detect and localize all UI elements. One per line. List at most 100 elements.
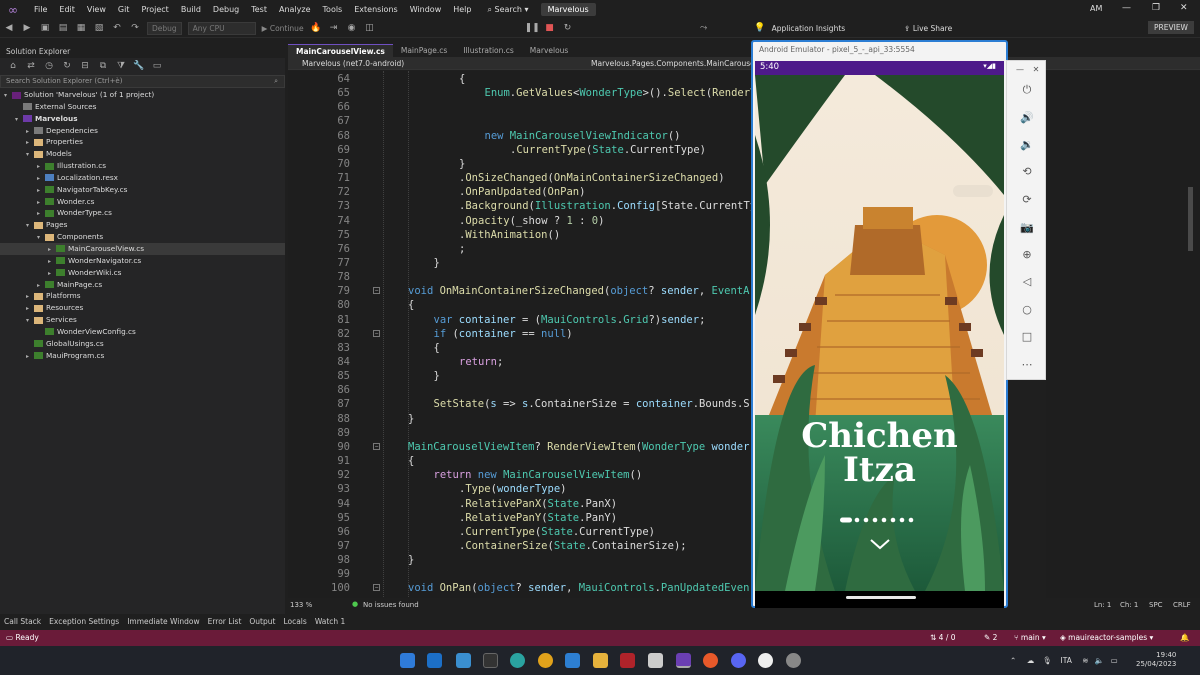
tree-item[interactable]: ▸ WonderWiki.cs: [0, 267, 285, 279]
code-line[interactable]: 79 − void OnMainContainerSizeChanged(objec…: [288, 284, 752, 298]
expand-arrow-icon[interactable]: ▸: [26, 351, 34, 363]
close-icon[interactable]: ✕: [1029, 63, 1043, 77]
tree-item[interactable]: ▸ Localization.resx: [0, 172, 285, 184]
more-icon[interactable]: ⋯: [1020, 358, 1034, 372]
whitespace-mode[interactable]: SPC: [1149, 601, 1163, 609]
code-line[interactable]: 76;: [288, 242, 752, 256]
menu-file[interactable]: File: [28, 5, 53, 14]
git-branch[interactable]: ⑂ main ▾: [1014, 633, 1046, 642]
carousel-dot[interactable]: [872, 517, 878, 523]
browser-icon[interactable]: ◫: [363, 21, 377, 35]
fold-toggle-icon[interactable]: −: [373, 287, 380, 295]
terminal-icon[interactable]: [483, 653, 498, 668]
tree-item[interactable]: ▾ Services: [0, 314, 285, 326]
git-repository[interactable]: ◈ mauireactor-samples ▾: [1060, 633, 1153, 642]
carousel-dot[interactable]: [908, 517, 914, 523]
tree-item[interactable]: ▸ Wonder.cs: [0, 196, 285, 208]
properties-icon[interactable]: 🔧: [132, 59, 146, 73]
code-line[interactable]: 83 {: [288, 341, 752, 355]
zoom-level[interactable]: 133 %: [290, 601, 312, 609]
volume-icon[interactable]: 🔈: [1095, 656, 1104, 665]
tree-item[interactable]: ▸ MauiProgram.cs: [0, 350, 285, 362]
menu-window[interactable]: Window: [404, 5, 448, 14]
menu-test[interactable]: Test: [245, 5, 273, 14]
bottom-tab[interactable]: Immediate Window: [123, 617, 203, 626]
tree-item[interactable]: GlobalUsings.cs: [0, 338, 285, 350]
minimize-icon[interactable]: —: [1122, 3, 1131, 13]
unity-icon[interactable]: [648, 653, 663, 668]
bottom-tab[interactable]: Watch 1: [311, 617, 350, 626]
code-line[interactable]: 80 {: [288, 298, 752, 312]
edge-icon[interactable]: [510, 653, 525, 668]
menu-edit[interactable]: Edit: [53, 5, 81, 14]
code-line[interactable]: 74 .Opacity(_show ? 1 : 0): [288, 214, 752, 228]
code-line[interactable]: 100 − void OnPan(object? sender, MauiContr…: [288, 581, 752, 595]
chevron-down-icon[interactable]: [868, 537, 892, 551]
cloud-icon[interactable]: ☁: [1027, 656, 1035, 665]
home-icon[interactable]: ○: [1020, 303, 1034, 317]
tree-item[interactable]: ▸ Platforms: [0, 290, 285, 302]
save-icon[interactable]: ▦: [74, 21, 88, 35]
bottom-tab[interactable]: Exception Settings: [45, 617, 123, 626]
camera-icon[interactable]: 📷: [1020, 221, 1034, 235]
gesture-nav-bar[interactable]: [846, 596, 916, 599]
bottom-tab[interactable]: Error List: [204, 617, 246, 626]
code-line[interactable]: 95 .RelativePanY(State.PanY): [288, 511, 752, 525]
editor-tab[interactable]: Marvelous: [522, 44, 577, 57]
preview-selected-icon[interactable]: ▭: [150, 59, 164, 73]
vscode-icon[interactable]: [565, 653, 580, 668]
filter-icon[interactable]: ⧩: [114, 59, 128, 73]
tree-item[interactable]: ▸ WonderNavigator.cs: [0, 255, 285, 267]
configuration-dropdown[interactable]: Debug: [147, 21, 182, 35]
search-menu[interactable]: ⌕ Search ▾: [481, 5, 534, 15]
carousel-dot[interactable]: [840, 517, 852, 523]
back-icon[interactable]: ◁: [1020, 275, 1034, 289]
carousel-dot[interactable]: [881, 517, 887, 523]
chrome-icon[interactable]: [538, 653, 553, 668]
tree-item[interactable]: ▾ Marvelous: [0, 113, 285, 125]
save-all-icon[interactable]: ▧: [92, 21, 106, 35]
start-icon[interactable]: [400, 653, 415, 668]
stop-icon[interactable]: ■: [543, 21, 557, 35]
close-icon[interactable]: ✕: [1180, 3, 1188, 13]
fold-toggle-icon[interactable]: −: [373, 584, 380, 592]
application-insights-button[interactable]: Application Insights: [772, 24, 846, 33]
insights-icon[interactable]: 💡: [753, 21, 767, 35]
fold-toggle-icon[interactable]: −: [373, 329, 380, 337]
code-line[interactable]: 78: [288, 270, 752, 284]
code-line[interactable]: 82 − if (container == null): [288, 327, 752, 341]
tree-item[interactable]: ▸ Properties: [0, 136, 285, 148]
file-explorer-icon[interactable]: [593, 653, 608, 668]
refresh-icon[interactable]: ↻: [60, 59, 74, 73]
restart-icon[interactable]: ↻: [561, 21, 575, 35]
code-line[interactable]: 70}: [288, 157, 752, 171]
forward-icon[interactable]: ▶: [20, 21, 34, 35]
rotate-right-icon[interactable]: ⟳: [1020, 193, 1034, 207]
back-icon[interactable]: ◀: [2, 21, 16, 35]
home-icon[interactable]: ⌂: [6, 59, 20, 73]
tree-item[interactable]: ▸ NavigatorTabKey.cs: [0, 184, 285, 196]
platform-dropdown[interactable]: Any CPU: [187, 21, 256, 35]
tree-item[interactable]: ▾ Pages: [0, 219, 285, 231]
code-line[interactable]: 84 return;: [288, 355, 752, 369]
carousel-dot[interactable]: [899, 517, 905, 523]
photos-icon[interactable]: [456, 653, 471, 668]
settings-app-icon[interactable]: [786, 653, 801, 668]
code-line[interactable]: 85}: [288, 369, 752, 383]
code-line[interactable]: 98}: [288, 553, 752, 567]
code-line[interactable]: 90 − MainCarouselViewItem? RenderViewItem(…: [288, 440, 752, 454]
code-line[interactable]: 92 return new MainCarouselViewItem(): [288, 468, 752, 482]
tree-item[interactable]: ▸ MainPage.cs: [0, 279, 285, 291]
microphone-icon[interactable]: 🎙: [1043, 656, 1053, 665]
breakpoint-icon[interactable]: ◉: [345, 21, 359, 35]
tree-item[interactable]: ▾ Components: [0, 231, 285, 243]
hot-reload-icon[interactable]: 🔥: [309, 21, 323, 35]
solution-explorer-search-input[interactable]: Search Solution Explorer (Ctrl+è) ⌕: [0, 75, 285, 88]
menu-tools[interactable]: Tools: [317, 5, 349, 14]
bottom-tab[interactable]: Call Stack: [0, 617, 45, 626]
carousel-dot[interactable]: [863, 517, 869, 523]
tree-item[interactable]: WonderViewConfig.cs: [0, 326, 285, 338]
project-dropdown[interactable]: Marvelous (net7.0-android): [302, 59, 404, 68]
fold-toggle-icon[interactable]: −: [373, 442, 380, 450]
step-over-icon[interactable]: ⤳: [697, 21, 711, 35]
